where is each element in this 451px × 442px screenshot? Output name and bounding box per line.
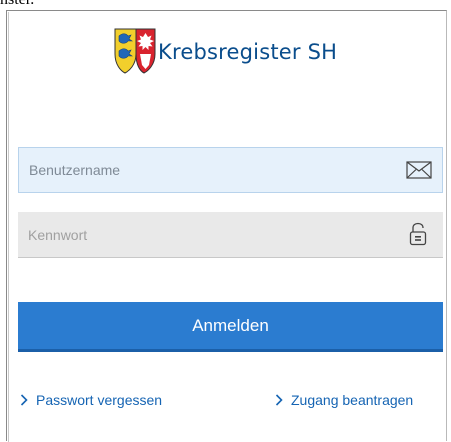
password-field xyxy=(18,212,443,258)
password-input[interactable] xyxy=(18,212,443,257)
lock-icon xyxy=(409,222,427,246)
forgot-password-link[interactable]: Passwort vergessen xyxy=(20,392,162,408)
envelope-icon xyxy=(406,161,432,179)
request-access-label: Zugang beantragen xyxy=(291,392,414,408)
chevron-right-icon xyxy=(20,394,28,406)
forgot-password-label: Passwort vergessen xyxy=(36,392,163,408)
chevron-right-icon xyxy=(275,394,283,406)
username-field xyxy=(18,147,443,193)
login-button[interactable]: Anmelden xyxy=(18,302,443,352)
request-access-link[interactable]: Zugang beantragen xyxy=(275,392,413,408)
username-input[interactable] xyxy=(19,148,442,192)
app-title: Krebsregister SH xyxy=(158,40,338,64)
header: Krebsregister SH xyxy=(113,26,337,78)
coat-of-arms-logo xyxy=(114,28,156,74)
window-title-fragment: nster. xyxy=(0,0,34,9)
